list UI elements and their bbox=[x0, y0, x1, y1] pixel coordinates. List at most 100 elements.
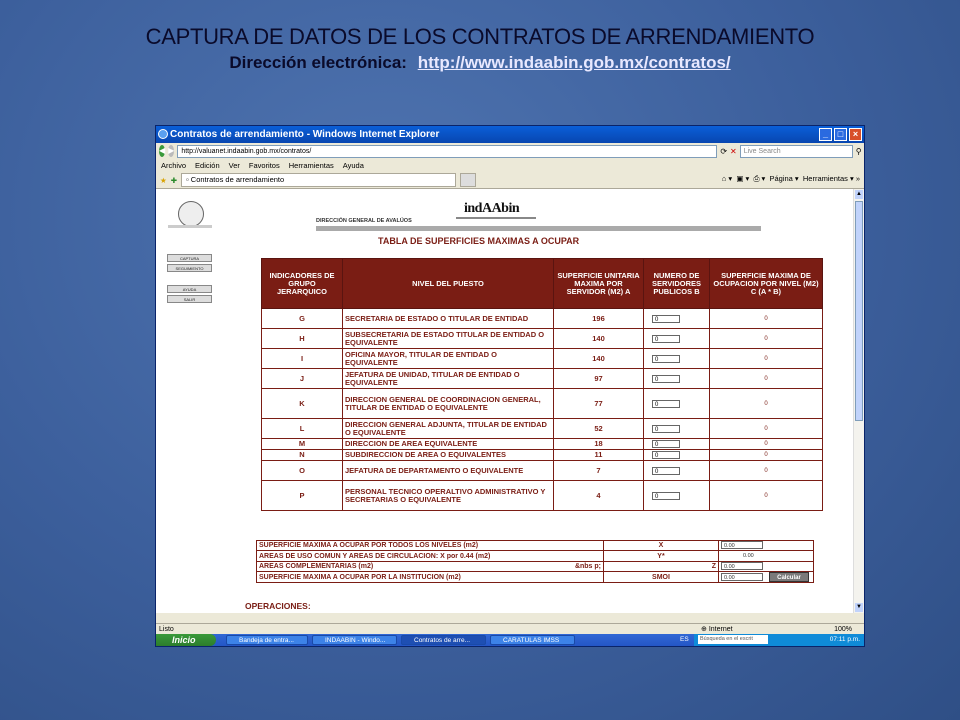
side-button-captura[interactable]: CAPTURA bbox=[167, 254, 212, 262]
row-resultado: 0 bbox=[709, 438, 823, 450]
side-button-ayuda[interactable]: AYUDA bbox=[167, 285, 212, 293]
servidores-input[interactable]: 0 bbox=[652, 440, 680, 448]
browser-window: Contratos de arrendamiento - Windows Int… bbox=[155, 125, 865, 647]
subtitle-link[interactable]: http://www.indaabin.gob.mx/contratos/ bbox=[418, 53, 731, 72]
search-icon[interactable]: ⚲ bbox=[856, 146, 862, 157]
servidores-input[interactable]: 0 bbox=[652, 354, 680, 363]
shield-seal-icon bbox=[178, 201, 204, 227]
menu-herramientas[interactable]: Herramientas bbox=[289, 159, 334, 172]
taskbar: Inicio Bandeja de entra... INDAABIN - Wi… bbox=[156, 634, 864, 646]
servidores-input[interactable]: 0 bbox=[652, 451, 680, 459]
globe-icon: ⊕ bbox=[701, 626, 707, 633]
row-superficie: 18 bbox=[553, 438, 644, 450]
stop-icon[interactable]: ✕ bbox=[730, 146, 737, 157]
menu-edicion[interactable]: Edición bbox=[195, 159, 220, 172]
window-title: Contratos de arrendamiento - Windows Int… bbox=[170, 129, 440, 140]
forward-icon[interactable]: ▶ bbox=[168, 145, 175, 157]
servidores-input[interactable]: 0 bbox=[652, 314, 680, 323]
table-row: P PERSONAL TECNICO OPERALTIVO ADMINISTRA… bbox=[261, 480, 823, 511]
servidores-input[interactable]: 0 bbox=[652, 334, 680, 343]
row-nivel: PERSONAL TECNICO OPERALTIVO ADMINISTRATI… bbox=[342, 480, 554, 511]
row-resultado: 0 bbox=[709, 308, 823, 329]
scroll-thumb[interactable] bbox=[855, 201, 863, 421]
row-resultado: 0 bbox=[709, 460, 823, 481]
vertical-scrollbar[interactable]: ▲ ▼ bbox=[853, 189, 864, 613]
row-nivel: SUBDIRECCION DE AREA O EQUIVALENTES bbox=[342, 449, 554, 461]
slide-title: CAPTURA DE DATOS DE LOS CONTRATOS DE ARR… bbox=[145, 24, 815, 49]
row-resultado: 0 bbox=[709, 368, 823, 389]
home-icon[interactable]: ⌂ ▾ bbox=[722, 174, 732, 183]
language-indicator[interactable]: ES bbox=[680, 634, 689, 646]
row-resultado: 0 bbox=[709, 348, 823, 369]
table-row: N SUBDIRECCION DE AREA O EQUIVALENTES 11… bbox=[261, 449, 823, 461]
summary-symbol: SMOI bbox=[603, 571, 719, 583]
indaabin-logo: indAAbin bbox=[464, 201, 520, 216]
servidores-input[interactable]: 0 bbox=[652, 424, 680, 433]
menu-favoritos[interactable]: Favoritos bbox=[249, 159, 280, 172]
maximize-button[interactable]: □ bbox=[834, 128, 847, 141]
taskbar-item-bandeja[interactable]: Bandeja de entra... bbox=[226, 635, 308, 645]
summary-smoi-value[interactable]: 0.00 bbox=[721, 573, 763, 581]
row-resultado: 0 bbox=[709, 388, 823, 419]
row-superficie: 97 bbox=[553, 368, 644, 389]
row-code: K bbox=[261, 388, 343, 419]
menu-ver[interactable]: Ver bbox=[229, 159, 240, 172]
taskbar-item-caratulas[interactable]: CARATULAS IMSS bbox=[490, 635, 575, 645]
feeds-icon[interactable]: ▣ ▾ bbox=[736, 174, 749, 183]
table-row: M DIRECCION DE AREA EQUIVALENTE 18 0 0 bbox=[261, 438, 823, 450]
summary-z-input[interactable]: 0.00 bbox=[721, 562, 763, 570]
minimize-button[interactable]: _ bbox=[819, 128, 832, 141]
taskbar-item-contratos[interactable]: Contratos de arre... bbox=[401, 635, 486, 645]
page-menu[interactable]: Página bbox=[769, 174, 792, 183]
menu-ayuda[interactable]: Ayuda bbox=[343, 159, 364, 172]
servidores-input[interactable]: 0 bbox=[652, 491, 680, 500]
table-row: J JEFATURA DE UNIDAD, TITULAR DE ENTIDAD… bbox=[261, 368, 823, 389]
menu-archivo[interactable]: Archivo bbox=[161, 159, 186, 172]
address-input[interactable]: http://valuanet.indaabin.gob.mx/contrato… bbox=[177, 144, 718, 158]
scroll-down-icon[interactable]: ▼ bbox=[855, 603, 863, 612]
back-icon[interactable]: ◀ bbox=[159, 145, 166, 157]
tab-contratos[interactable]: ▫ Contratos de arrendamiento bbox=[181, 173, 457, 187]
scroll-up-icon[interactable]: ▲ bbox=[855, 190, 863, 199]
servidores-input[interactable]: 0 bbox=[652, 466, 680, 475]
servidores-input[interactable]: 0 bbox=[652, 399, 680, 408]
summary-x-value[interactable]: 0.00 bbox=[721, 541, 763, 549]
summary-symbol: Z bbox=[603, 561, 719, 572]
servidores-input[interactable]: 0 bbox=[652, 374, 680, 383]
summary-symbol: X bbox=[603, 540, 719, 551]
row-code: P bbox=[261, 480, 343, 511]
summary-row: AREAS COMPLEMENTARIAS (m2) &nbs p; Z 0.0… bbox=[256, 561, 814, 572]
table-row: G SECRETARIA DE ESTADO O TITULAR DE ENTI… bbox=[261, 308, 823, 329]
row-code: N bbox=[261, 449, 343, 461]
add-favorite-icon[interactable]: ✚ bbox=[171, 176, 177, 185]
row-superficie: 140 bbox=[553, 348, 644, 369]
table-row: L DIRECCION GENERAL ADJUNTA, TITULAR DE … bbox=[261, 418, 823, 439]
row-code: G bbox=[261, 308, 343, 329]
start-button[interactable]: Inicio bbox=[156, 634, 216, 646]
superficies-table: INDICADORES DE GRUPO JERARQUICO NIVEL DE… bbox=[261, 258, 823, 511]
side-button-salir[interactable]: SALIR bbox=[167, 295, 212, 303]
live-search-input[interactable]: Live Search bbox=[739, 144, 853, 158]
ie-icon bbox=[158, 129, 168, 139]
title-bar: Contratos de arrendamiento - Windows Int… bbox=[156, 126, 864, 143]
summary-y-value: 0.00 bbox=[743, 553, 754, 559]
table-row: K DIRECCION GENERAL DE COORDINACION GENE… bbox=[261, 388, 823, 419]
print-icon[interactable]: ⎙ ▾ bbox=[753, 174, 765, 183]
row-nivel: DIRECCION DE AREA EQUIVALENTE bbox=[342, 438, 554, 450]
tools-menu[interactable]: Herramientas bbox=[803, 174, 848, 183]
close-button[interactable]: × bbox=[849, 128, 862, 141]
new-tab-button[interactable] bbox=[460, 173, 477, 187]
side-button-seguimiento[interactable]: SEGUIMIENTO bbox=[167, 264, 212, 272]
calcular-button[interactable]: Calcular bbox=[768, 572, 809, 582]
command-bar: ⌂ ▾ ▣ ▾ ⎙ ▾ Página ▾ Herramientas ▾ » bbox=[721, 174, 860, 183]
system-tray: ES Búsqueda en el escrit 07:11 p.m. bbox=[680, 634, 864, 646]
summary-table: SUPERFICIE MAXIMA A OCUPAR POR TODOS LOS… bbox=[256, 540, 814, 583]
refresh-icon[interactable]: ⟳ bbox=[720, 146, 727, 157]
summary-label: SUPERFICIE MAXIMA A OCUPAR POR LA INSTIT… bbox=[256, 571, 604, 583]
taskbar-item-indaabin[interactable]: INDAABIN - Windo... bbox=[312, 635, 397, 645]
summary-label-text: AREAS COMPLEMENTARIAS (m2) bbox=[259, 563, 374, 570]
address-bar-row: ◀ ▶ http://valuanet.indaabin.gob.mx/cont… bbox=[156, 143, 864, 159]
desktop-search-input[interactable]: Búsqueda en el escrit bbox=[698, 635, 768, 644]
favorites-star-icon[interactable]: ★ bbox=[160, 176, 167, 185]
row-superficie: 7 bbox=[553, 460, 644, 481]
